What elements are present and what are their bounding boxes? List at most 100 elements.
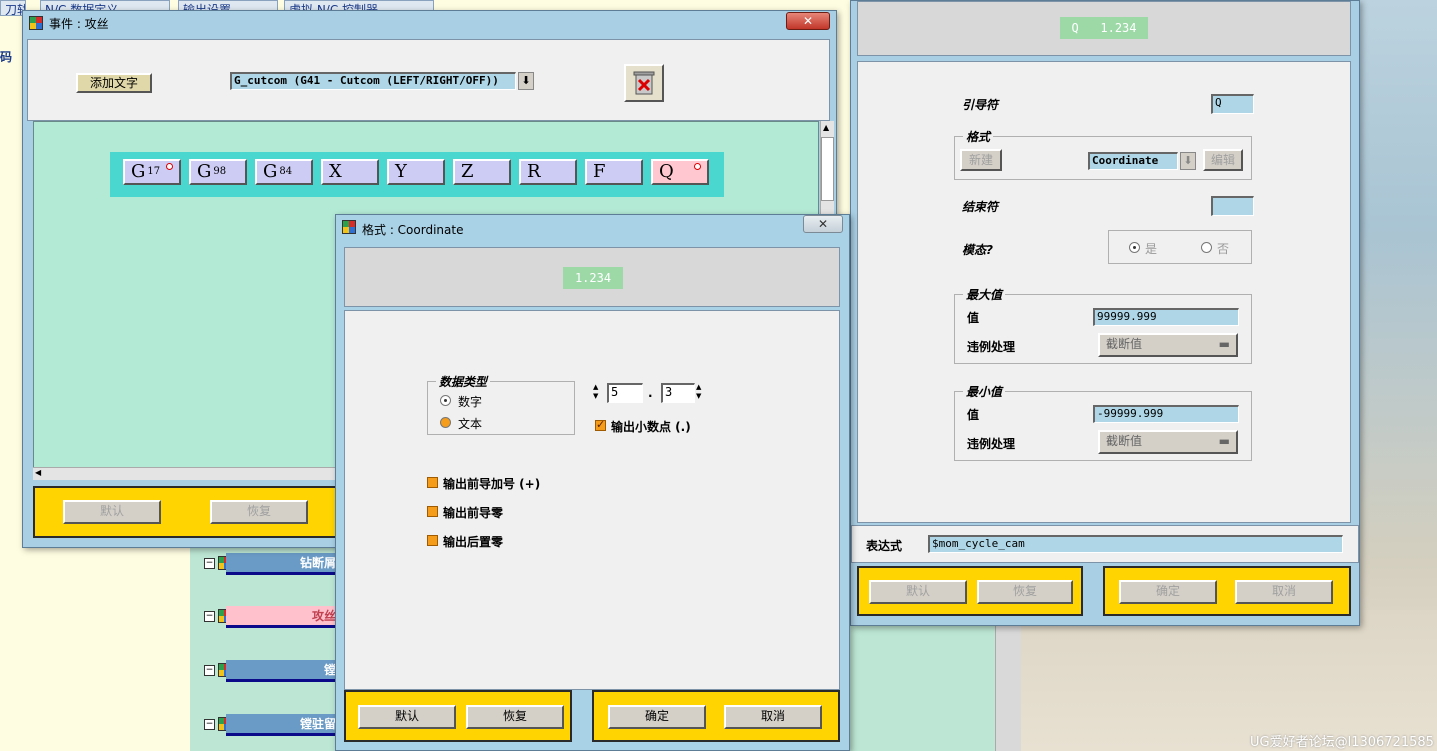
tree-item-label[interactable]: 钻断屑 [226,553,340,575]
integer-digits-field[interactable]: 5 [607,383,643,403]
address-restore-button[interactable]: 恢复 [977,580,1073,604]
address-default-button[interactable]: 默认 [869,580,967,604]
max-value-group: 最大值 值 99999.999 违例处理 截断值 ▬ [954,286,1252,364]
format-select[interactable]: Coordinate [1088,152,1178,170]
max-violation-label: 违例处理 [967,340,1016,354]
block-template-select[interactable]: G_cutcom (G41 - Cutcom (LEFT/RIGHT/OFF)) [230,72,516,90]
dropdown-arrow-icon[interactable]: ⬇ [518,72,534,90]
word-token-q[interactable]: Q [651,159,709,185]
event-restore-button[interactable]: 恢复 [210,500,308,524]
modal-yes-radio[interactable] [1129,242,1140,253]
format-titlebar[interactable]: 格式 : Coordinate ✕ [336,215,849,239]
collapse-icon[interactable]: − [204,719,215,730]
trailer-label: 结束符 [962,200,999,214]
data-type-number-label: 数字 [458,395,483,409]
word-token-y[interactable]: Y [387,159,445,185]
output-decimal-point-label: 输出小数点 (.) [611,420,691,434]
leader-field[interactable]: Q [1211,94,1254,114]
format-right-button-band: 确定 取消 [592,690,840,742]
format-dialog: 格式 : Coordinate ✕ 1.234 数据类型 数字 文本 ▲ ▼ 5 … [335,214,850,751]
close-icon[interactable]: ✕ [803,215,843,233]
format-cancel-button[interactable]: 取消 [724,705,822,729]
fraction-digits-field[interactable]: 3 [661,383,695,403]
output-leading-zeros-checkbox[interactable] [427,506,438,517]
integer-spinner-icon[interactable]: ▲ ▼ [593,383,598,401]
address-window: Q 1.234 引导符 Q 格式 新建 Coordinate ⬇ 编辑 结束符 … [850,0,1360,626]
expression-label: 表达式 [866,539,903,553]
address-preview-area: Q 1.234 [857,1,1351,56]
data-type-group-title: 数据类型 [436,373,491,390]
word-token-z[interactable]: Z [453,159,511,185]
min-group-title: 最小值 [963,383,1006,400]
format-default-button[interactable]: 默认 [358,705,456,729]
word-token-g84[interactable]: G 84 [255,159,313,185]
event-default-button[interactable]: 默认 [63,500,161,524]
min-value-field[interactable]: -99999.999 [1093,405,1239,423]
data-type-number-radio[interactable] [440,395,451,406]
tree-item-label[interactable]: 镗驻留 [226,714,340,736]
tree-item-tap[interactable]: − 攻丝 [204,606,344,628]
modal-no-radio[interactable] [1201,242,1212,253]
format-preview: 1.234 [563,267,623,289]
tree-item-drill-break-chip[interactable]: − 钻断屑 [204,553,344,575]
trash-icon[interactable] [624,64,664,102]
tree-item-label[interactable]: 镗 [226,660,340,682]
edit-format-button[interactable]: 编辑 [1203,149,1243,171]
collapse-icon[interactable]: − [204,611,215,622]
event-toolbar: 添加文字 G_cutcom (G41 - Cutcom (LEFT/RIGHT/… [27,39,830,121]
address-settings-panel: 引导符 Q 格式 新建 Coordinate ⬇ 编辑 结束符 模态? 是 否 … [857,61,1351,523]
scroll-up-icon[interactable]: ▲ [823,123,829,132]
expression-row: 表达式 $mom_cycle_cam [851,525,1359,563]
word-token-g17[interactable]: G 17 [123,159,181,185]
output-trailing-zeros-checkbox[interactable] [427,535,438,546]
word-token-r[interactable]: R [519,159,577,185]
format-ok-button[interactable]: 确定 [608,705,706,729]
new-format-button[interactable]: 新建 [960,149,1002,171]
format-settings-panel: 数据类型 数字 文本 ▲▼ 5 . 3 ▲▼ 输出小数点 (.) 输出前导加号 … [344,310,840,690]
close-icon[interactable]: ✕ [786,12,830,30]
format-restore-button[interactable]: 恢复 [466,705,564,729]
data-type-group: 数据类型 数字 文本 [427,373,575,435]
min-violation-select[interactable]: 截断值 ▬ [1098,430,1238,454]
left-code-label: 码 [0,50,13,64]
dropdown-arrow-icon[interactable]: ⬇ [1180,152,1196,170]
collapse-icon[interactable]: − [204,558,215,569]
max-value-label: 值 [967,311,980,325]
word-token-x[interactable]: X [321,159,379,185]
word-token-f[interactable]: F [585,159,643,185]
output-decimal-point-checkbox[interactable] [595,418,606,431]
address-left-button-band: 默认 恢复 [857,566,1083,616]
min-value-label: 值 [967,408,980,422]
data-type-text-radio[interactable] [440,417,451,428]
tree-item-bore-dwell[interactable]: − 镗驻留 [204,714,344,736]
max-value-field[interactable]: 99999.999 [1093,308,1239,326]
word-token-g98[interactable]: G 98 [189,159,247,185]
min-violation-label: 违例处理 [967,437,1016,451]
event-titlebar[interactable]: 事件 : 攻丝 ✕ [23,11,836,35]
output-leading-plus-checkbox[interactable] [427,477,438,488]
address-cancel-button[interactable]: 取消 [1235,580,1333,604]
collapse-icon[interactable]: − [204,665,215,676]
format-group: 格式 新建 Coordinate ⬇ 编辑 [954,128,1252,180]
watermark-text: UG爱好者论坛@l1306721585 [1250,735,1434,750]
fraction-spinner-icon[interactable]: ▲ ▼ [696,383,701,401]
trailer-field[interactable] [1211,196,1254,216]
scroll-thumb[interactable] [821,137,834,201]
max-group-title: 最大值 [963,286,1006,303]
format-preview-area: 1.234 [344,247,840,307]
modal-yes-label: 是 [1145,242,1158,256]
modal-group: 是 否 [1108,230,1252,264]
expression-field[interactable]: $mom_cycle_cam [928,535,1343,553]
event-button-band: 默认 恢复 [33,486,343,538]
wallpaper-sand [1000,610,1437,751]
format-left-button-band: 默认 恢复 [344,690,572,742]
scroll-left-icon[interactable]: ◀ [35,468,41,477]
max-violation-select[interactable]: 截断值 ▬ [1098,333,1238,357]
tree-item-bore[interactable]: − 镗 [204,660,344,682]
event-window-title: 事件 : 攻丝 [49,17,109,31]
add-text-button[interactable]: 添加文字 [76,73,152,93]
tree-item-label[interactable]: 攻丝 [226,606,340,628]
output-leading-plus-label: 输出前导加号 (+) [443,477,541,491]
modal-marker-icon [694,163,701,170]
address-ok-button[interactable]: 确定 [1119,580,1217,604]
